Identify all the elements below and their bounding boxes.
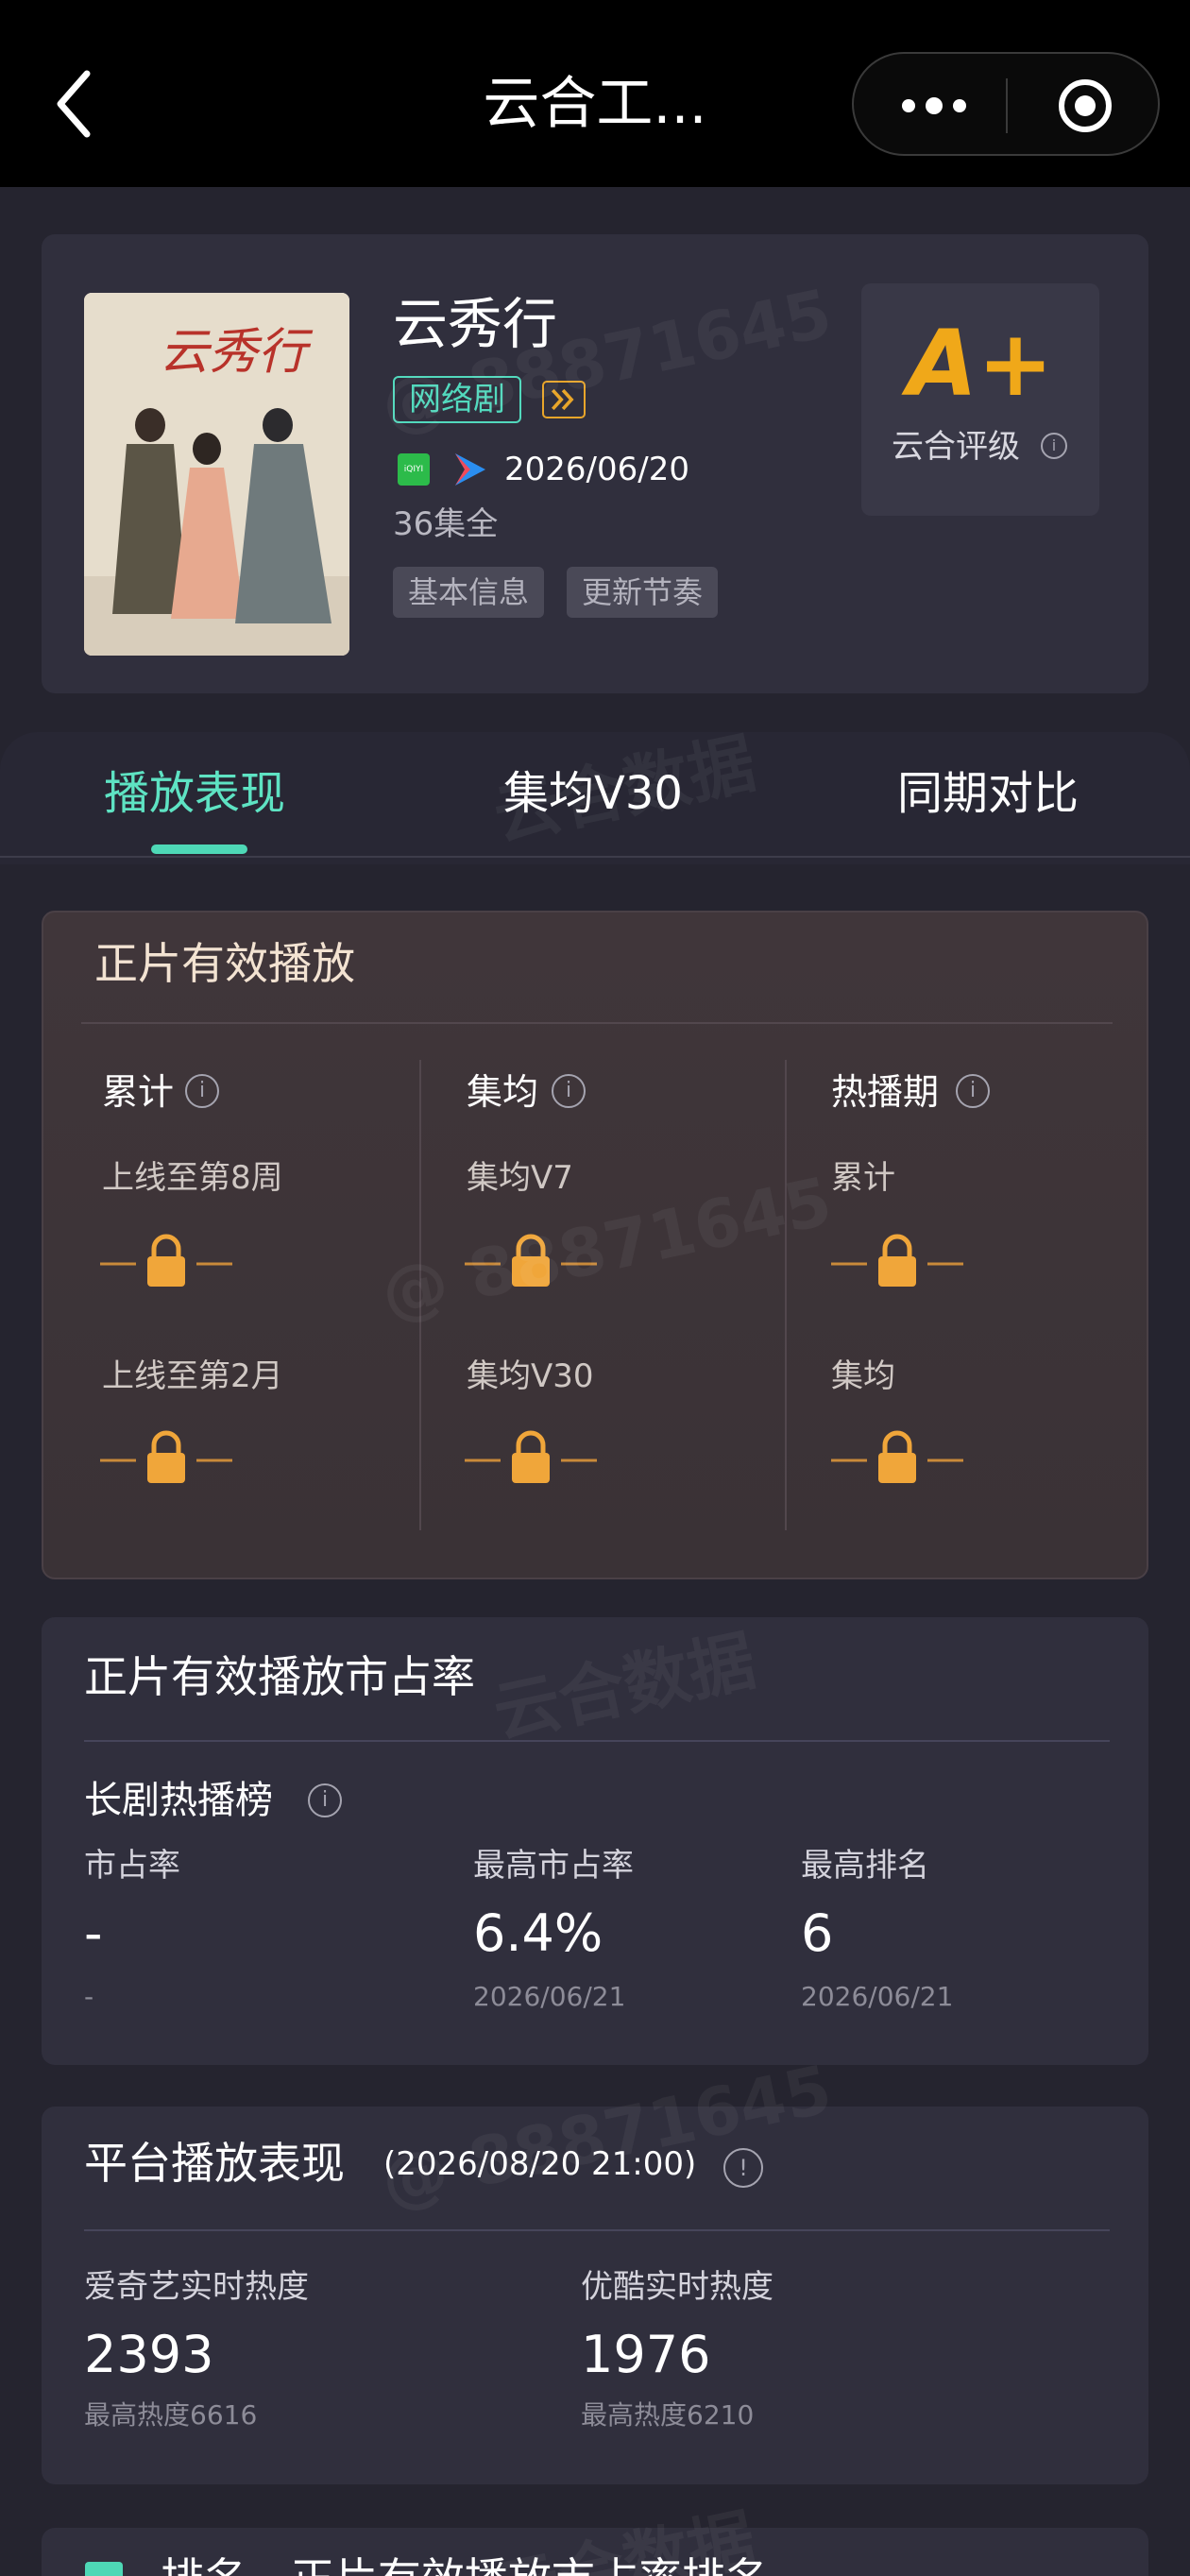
iqiyi-logo-icon: iQIYI <box>398 453 430 486</box>
row-label: 集均V30 <box>467 1357 594 1395</box>
info-icon[interactable]: i <box>1041 433 1067 459</box>
column-divider <box>785 1060 787 1530</box>
episode-count: 36集全 <box>393 505 499 543</box>
tab-episode-v30[interactable]: 集均V30 <box>503 756 683 831</box>
tabs-divider <box>0 856 1190 858</box>
stat-label: 最高市占率 <box>473 1847 634 1885</box>
release-date: 2026/06/20 <box>504 451 689 488</box>
card-divider <box>84 1740 1110 1742</box>
info-icon[interactable]: ! <box>723 2148 763 2188</box>
info-icon[interactable]: i <box>552 1074 586 1108</box>
data-timestamp: (2026/08/20 21:00) <box>383 2145 697 2183</box>
more-dots-icon[interactable] <box>892 82 977 129</box>
row-label: 集均 <box>831 1357 895 1395</box>
poster-image[interactable]: 云秀行 <box>84 293 349 656</box>
effective-play-title: 正片有效播放 <box>94 938 355 989</box>
page-title: 云合工... <box>483 71 707 137</box>
stat-value: 6 <box>801 1903 834 1963</box>
column-header-hot-period: 热播期 <box>831 1071 940 1113</box>
ranking-title: 排名 - 正片有效播放市占率排名 <box>161 2550 769 2576</box>
stat-value: - <box>84 1903 103 1963</box>
lock-icon[interactable] <box>100 1430 232 1487</box>
platform-performance-title: 平台播放表现 <box>84 2138 345 2189</box>
play-badge-icon <box>542 381 586 418</box>
poster-art: 云秀行 <box>84 293 349 656</box>
lock-icon[interactable] <box>100 1234 232 1290</box>
lock-icon[interactable] <box>465 1430 597 1487</box>
tab-play-performance[interactable]: 播放表现 <box>104 756 285 831</box>
card-divider <box>81 1022 1113 1024</box>
mini-program-capsule <box>852 52 1160 156</box>
info-icon[interactable]: i <box>956 1074 990 1108</box>
stat-value: 2393 <box>84 2325 214 2384</box>
stat-label: 爱奇艺实时热度 <box>84 2268 309 2306</box>
column-header-episode-avg: 集均 <box>467 1071 539 1113</box>
stat-date: - <box>84 1981 94 2012</box>
active-tab-indicator <box>151 844 247 854</box>
lock-icon[interactable] <box>831 1234 963 1290</box>
basic-info-tag[interactable]: 基本信息 <box>393 567 545 618</box>
info-icon[interactable]: i <box>185 1074 219 1108</box>
capsule-divider <box>1006 78 1008 133</box>
stat-label: 最高排名 <box>801 1847 929 1885</box>
drama-type-tag: 网络剧 <box>393 376 521 423</box>
top-bar: 云合工... <box>0 0 1190 187</box>
row-label: 上线至第2月 <box>102 1357 283 1395</box>
stat-peak: 最高热度6616 <box>84 2399 258 2431</box>
card-divider <box>84 2229 1110 2231</box>
stat-date: 2026/06/21 <box>801 1981 954 2012</box>
stat-value: 6.4% <box>473 1903 604 1963</box>
market-share-title: 正片有效播放市占率 <box>84 1651 475 1702</box>
youku-logo-icon <box>455 453 485 486</box>
drama-title: 云秀行 <box>393 292 558 356</box>
chart-subtitle: 长剧热播榜 <box>84 1779 273 1822</box>
stat-date: 2026/06/21 <box>473 1981 626 2012</box>
row-label: 累计 <box>831 1159 895 1197</box>
stat-label: 优酷实时热度 <box>581 2268 774 2306</box>
ranking-icon <box>85 2562 123 2576</box>
stat-value: 1976 <box>581 2325 711 2384</box>
lock-icon[interactable] <box>831 1430 963 1487</box>
column-divider <box>419 1060 421 1530</box>
info-icon[interactable]: i <box>308 1783 342 1817</box>
row-label: 上线至第8周 <box>102 1159 283 1197</box>
column-header-cumulative: 累计 <box>102 1071 175 1113</box>
target-circle-icon[interactable] <box>1057 77 1114 134</box>
update-rhythm-tag[interactable]: 更新节奏 <box>567 567 719 618</box>
rating-grade: A+ <box>907 311 1054 417</box>
chevron-left-icon[interactable] <box>49 66 106 142</box>
tab-period-compare[interactable]: 同期对比 <box>897 756 1079 831</box>
poster-title-text: 云秀行 <box>160 324 314 381</box>
rating-label: 云合评级 <box>892 428 1020 466</box>
stat-label: 市占率 <box>84 1847 180 1885</box>
lock-icon[interactable] <box>465 1234 597 1290</box>
row-label: 集均V7 <box>467 1159 573 1197</box>
stat-peak: 最高热度6210 <box>581 2399 755 2431</box>
